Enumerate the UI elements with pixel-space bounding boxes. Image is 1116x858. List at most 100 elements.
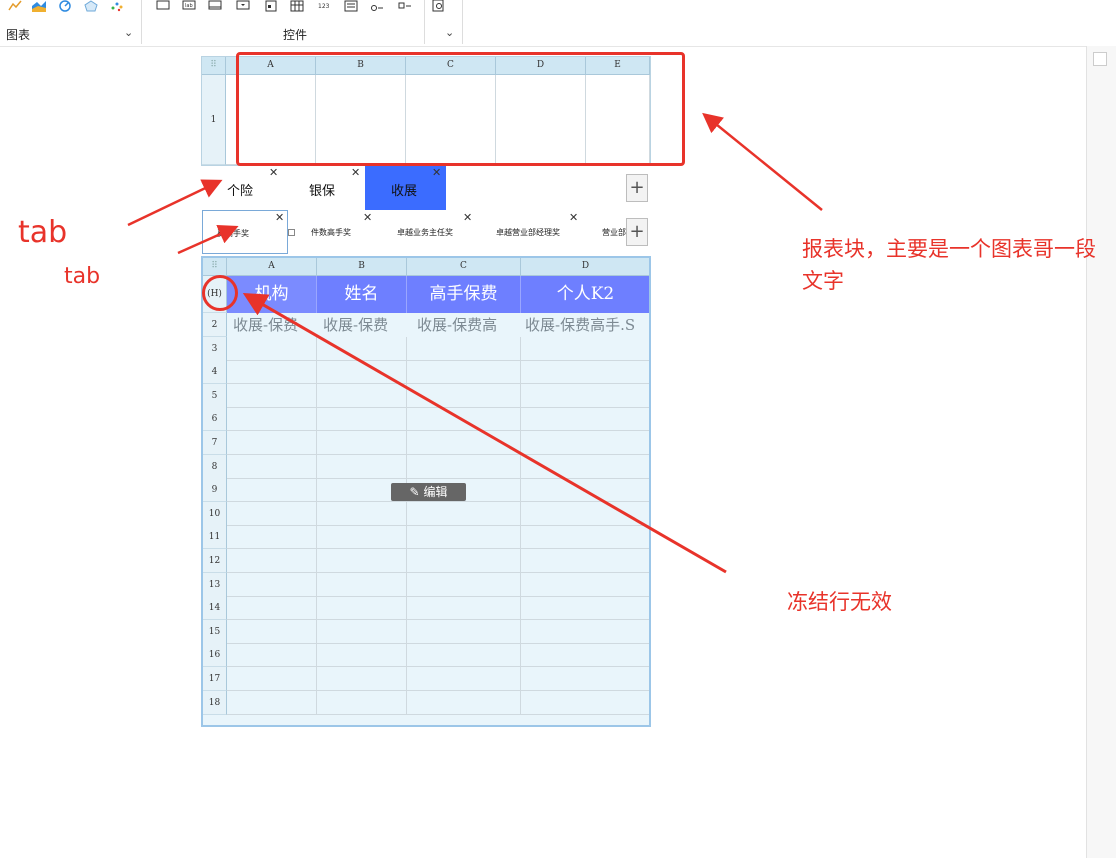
- tab-gexian[interactable]: 个险: [227, 180, 253, 199]
- search-control-icon[interactable]: [432, 0, 446, 12]
- vertical-scrollbar[interactable]: [1086, 46, 1116, 858]
- subtab-label[interactable]: 卓越业务主任奖: [397, 227, 453, 238]
- data-cell[interactable]: 收展-保费: [233, 313, 317, 337]
- textarea-control-icon[interactable]: [344, 0, 358, 12]
- edit-button[interactable]: ✎ 编辑: [391, 483, 466, 501]
- sheet-cell[interactable]: [521, 596, 649, 621]
- scroll-up-icon[interactable]: [1093, 52, 1107, 66]
- sheet-cell[interactable]: [521, 455, 649, 479]
- dropdown-control-icon[interactable]: [236, 0, 250, 12]
- row-header[interactable]: 16: [203, 643, 227, 668]
- row-header[interactable]: 13: [203, 572, 227, 597]
- close-icon[interactable]: ✕: [351, 166, 360, 179]
- main-sheet[interactable]: ⠿ A B C D (H) 机构 姓名 高手保费 个人K2 2 收展-保费 收展…: [201, 256, 651, 727]
- sheet-cell[interactable]: [227, 549, 317, 573]
- sheet-cell[interactable]: [317, 501, 407, 526]
- sheet-cell[interactable]: [407, 549, 521, 573]
- sheet-cell[interactable]: [407, 667, 521, 691]
- sheet-cell[interactable]: [227, 383, 317, 408]
- column-header[interactable]: C: [407, 258, 521, 276]
- sheet-cell[interactable]: [317, 383, 407, 408]
- sheet-cell[interactable]: [407, 643, 521, 668]
- close-icon[interactable]: ✕: [269, 166, 278, 179]
- add-tab-button[interactable]: +: [626, 174, 648, 202]
- data-cell[interactable]: 收展-保费: [323, 313, 407, 337]
- sheet-cell[interactable]: [317, 407, 407, 432]
- sheet-cell[interactable]: [227, 407, 317, 432]
- sheet-cell[interactable]: [521, 549, 649, 573]
- sheet-cell[interactable]: [521, 525, 649, 550]
- sheet-cell[interactable]: [227, 501, 317, 526]
- sheet-cell[interactable]: [317, 549, 407, 573]
- sheet-cell[interactable]: [317, 619, 407, 644]
- row-header[interactable]: 9: [203, 478, 227, 503]
- sheet-cell[interactable]: [227, 478, 317, 503]
- header-cell[interactable]: 个人K2: [521, 276, 649, 313]
- date-control-icon[interactable]: [264, 0, 278, 12]
- sheet-cell[interactable]: [407, 596, 521, 621]
- sheet-cell[interactable]: [227, 525, 317, 550]
- row-header[interactable]: 6: [203, 407, 227, 432]
- subtab-label[interactable]: 营业部: [602, 227, 626, 238]
- grid-control-icon[interactable]: [290, 0, 304, 12]
- sheet-cell[interactable]: [227, 572, 317, 597]
- column-header[interactable]: D: [521, 258, 649, 276]
- sheet-cell[interactable]: [227, 360, 317, 385]
- row-header[interactable]: 7: [203, 431, 227, 455]
- sheet-cell[interactable]: [407, 572, 521, 597]
- sheet-cell[interactable]: [407, 431, 521, 455]
- sheet-cell[interactable]: [407, 360, 521, 385]
- sheet-cell[interactable]: [317, 454, 407, 479]
- sheet-cell[interactable]: [407, 690, 521, 715]
- sheet-cell[interactable]: [521, 384, 649, 408]
- textbox-control-icon[interactable]: [208, 0, 222, 12]
- row-header[interactable]: 15: [203, 619, 227, 644]
- sheet-cell[interactable]: [521, 643, 649, 668]
- sheet-cell[interactable]: [227, 596, 317, 621]
- row-header[interactable]: 8: [203, 454, 227, 479]
- select-all-corner-icon[interactable]: ⠿: [203, 258, 227, 276]
- close-icon[interactable]: ✕: [363, 211, 372, 224]
- chevron-down-icon[interactable]: ⌄: [445, 26, 454, 39]
- select-all-corner-icon[interactable]: ⠿: [202, 57, 226, 75]
- header-cell[interactable]: 姓名: [317, 276, 407, 313]
- row-header[interactable]: 4: [203, 360, 227, 385]
- line-chart-icon[interactable]: [8, 0, 22, 12]
- sheet-cell[interactable]: [521, 407, 649, 432]
- radio-control-icon[interactable]: [370, 0, 384, 12]
- row-header[interactable]: 12: [203, 549, 227, 573]
- close-icon[interactable]: ✕: [432, 166, 441, 179]
- sheet-cell[interactable]: [521, 502, 649, 526]
- sheet-cell[interactable]: [317, 572, 407, 597]
- close-icon[interactable]: ✕: [569, 211, 578, 224]
- sheet-cell[interactable]: [227, 336, 317, 361]
- header-cell[interactable]: 机构: [227, 276, 317, 313]
- label-control-icon[interactable]: lab: [182, 0, 196, 12]
- sheet-cell[interactable]: [317, 525, 407, 550]
- sheet-cell[interactable]: [317, 596, 407, 621]
- close-icon[interactable]: ✕: [463, 211, 472, 224]
- row-header[interactable]: 11: [203, 525, 227, 550]
- sheet-cell[interactable]: [521, 620, 649, 644]
- sheet-cell[interactable]: [407, 336, 521, 361]
- sheet-cell[interactable]: [521, 337, 649, 361]
- scatter-chart-icon[interactable]: [110, 0, 124, 12]
- row-header[interactable]: 1: [202, 75, 226, 165]
- sheet-cell[interactable]: [521, 691, 649, 715]
- row-header[interactable]: 10: [203, 501, 227, 526]
- sheet-cell[interactable]: [407, 454, 521, 479]
- sheet-cell[interactable]: [317, 690, 407, 715]
- sheet-cell[interactable]: [317, 360, 407, 385]
- subtab-label[interactable]: 件数高手奖: [311, 227, 351, 238]
- sheet-cell[interactable]: [317, 643, 407, 668]
- sheet-cell[interactable]: [407, 525, 521, 550]
- data-cell[interactable]: 收展-保费高手.S: [525, 313, 649, 337]
- row-header[interactable]: 14: [203, 596, 227, 621]
- gauge-icon[interactable]: [58, 0, 72, 12]
- sheet-cell[interactable]: [317, 667, 407, 691]
- area-chart-icon[interactable]: [32, 0, 46, 12]
- sheet-cell[interactable]: [521, 431, 649, 455]
- tab-yinbao[interactable]: 银保: [309, 180, 335, 199]
- sheet-cell[interactable]: [521, 667, 649, 691]
- row-header[interactable]: 17: [203, 667, 227, 691]
